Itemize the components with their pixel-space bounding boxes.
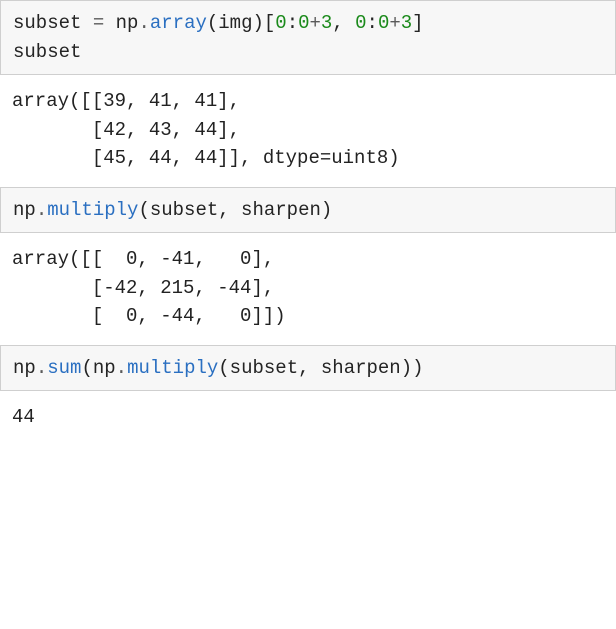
code-token: (subset, sharpen) [138, 199, 332, 221]
code-token: sum [47, 357, 81, 379]
code-token: . [116, 357, 127, 379]
code-token: . [138, 12, 149, 34]
code-token: 0 [275, 12, 286, 34]
code-token: (subset, sharpen)) [218, 357, 423, 379]
code-input-cell: subset = np.array(img)[0:0+3, 0:0+3] sub… [0, 0, 616, 75]
code-token: 0 [355, 12, 366, 34]
code-token: array [150, 12, 207, 34]
code-token: multiply [47, 199, 138, 221]
code-output-cell: array([[39, 41, 41], [42, 43, 44], [45, … [0, 75, 616, 187]
code-token: subset [13, 12, 93, 34]
code-token: , [332, 12, 355, 34]
code-input-cell: np.sum(np.multiply(subset, sharpen)) [0, 345, 616, 392]
code-token: : [367, 12, 378, 34]
code-token: . [36, 199, 47, 221]
code-input-cell: np.multiply(subset, sharpen) [0, 187, 616, 234]
code-token: + [389, 12, 400, 34]
code-token: np [13, 199, 36, 221]
code-output-cell: array([[ 0, -41, 0], [-42, 215, -44], [ … [0, 233, 616, 345]
code-token: + [310, 12, 321, 34]
code-token: (np [81, 357, 115, 379]
code-token: np [13, 357, 36, 379]
code-token: 0 [378, 12, 389, 34]
code-token: = [93, 12, 104, 34]
code-token: np [104, 12, 138, 34]
notebook-fragment: subset = np.array(img)[0:0+3, 0:0+3] sub… [0, 0, 616, 446]
code-output-cell: 44 [0, 391, 616, 446]
code-token: 3 [321, 12, 332, 34]
code-token: 0 [298, 12, 309, 34]
code-token: multiply [127, 357, 218, 379]
code-token: . [36, 357, 47, 379]
code-token: 3 [401, 12, 412, 34]
code-token: (img)[ [207, 12, 275, 34]
code-token: : [287, 12, 298, 34]
